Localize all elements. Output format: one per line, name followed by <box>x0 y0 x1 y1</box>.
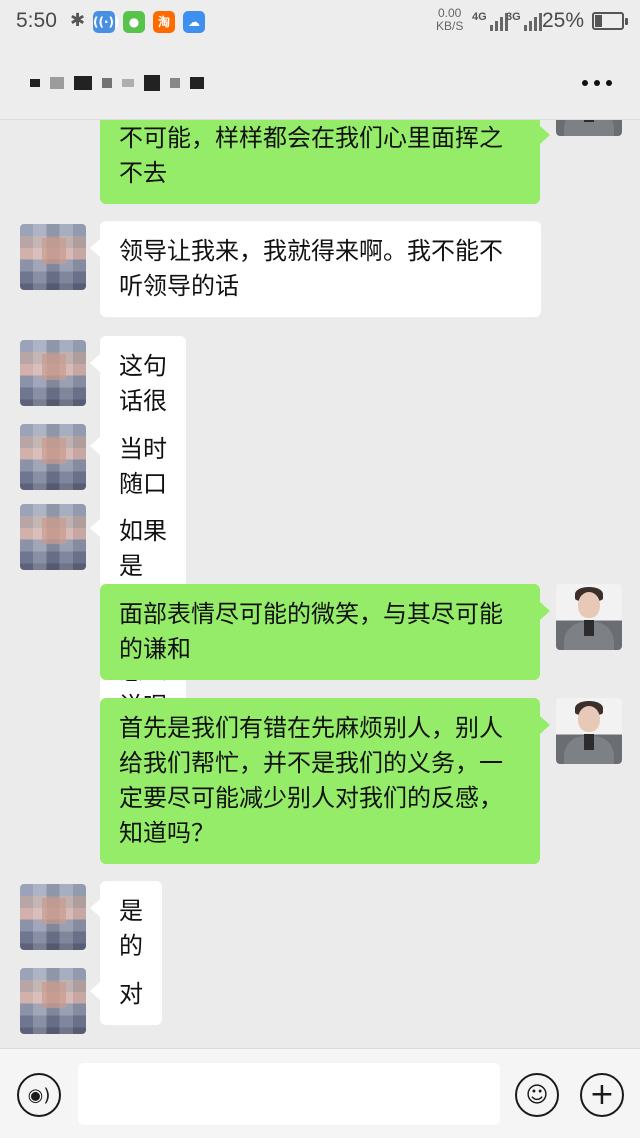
emoji-icon[interactable]: ☺ <box>515 1073 559 1117</box>
signal-app-icon: ((·)) <box>93 11 120 33</box>
taobao-icon: 淘 <box>153 11 175 33</box>
my-avatar[interactable] <box>556 698 622 764</box>
bluetooth-icon: ✱ <box>70 10 86 31</box>
message-bubble[interactable]: 不可能，样样都会在我们心里面挥之不去 <box>100 120 550 204</box>
message-input[interactable] <box>78 1063 500 1125</box>
contact-avatar[interactable] <box>20 424 86 490</box>
battery-icon <box>592 12 628 30</box>
my-avatar[interactable] <box>556 584 622 650</box>
input-bar: ◉) ☺ + <box>0 1048 640 1138</box>
battery-percent: 25% <box>542 9 585 32</box>
message-bubble[interactable]: 对 <box>90 964 162 1025</box>
contact-name-redacted <box>30 72 204 94</box>
wechat-icon: ● <box>123 11 145 33</box>
voice-icon[interactable]: ◉) <box>17 1073 61 1117</box>
chat-header <box>0 44 640 120</box>
message-bubble[interactable]: 首先是我们有错在先麻烦别人，别人给我们帮忙，并不是我们的义务，一定要尽可能减少别… <box>100 698 550 864</box>
signal-4g-icon: 4G <box>472 11 508 31</box>
status-time: 5:50 <box>16 9 57 32</box>
net-speed-unit: KB/S <box>436 19 464 33</box>
message-list[interactable]: 不可能，样样都会在我们心里面挥之不去 领导让我来，我就得来啊。我不能不听领导的话… <box>0 120 640 1048</box>
cloud-icon: ☁ <box>183 11 205 33</box>
contact-avatar[interactable] <box>20 224 86 290</box>
my-avatar[interactable] <box>556 120 622 136</box>
contact-avatar[interactable] <box>20 504 86 570</box>
net-speed: 0.00 KB/S <box>436 7 463 33</box>
contact-avatar[interactable] <box>20 340 86 406</box>
message-bubble[interactable]: 是的 <box>90 881 162 977</box>
plus-icon[interactable]: + <box>580 1073 624 1117</box>
message-bubble[interactable]: 面部表情尽可能的微笑，与其尽可能的谦和 <box>100 584 550 680</box>
more-icon[interactable] <box>582 80 612 86</box>
contact-avatar[interactable] <box>20 968 86 1034</box>
contact-avatar[interactable] <box>20 884 86 950</box>
message-bubble[interactable]: 领导让我来，我就得来啊。我不能不听领导的话 <box>90 221 541 317</box>
signal-3g-icon: 3G <box>506 11 542 31</box>
status-bar: 5:50 ✱ ((·)) ● 淘 ☁ 0.00 KB/S 4G 3G 25% <box>0 0 640 44</box>
